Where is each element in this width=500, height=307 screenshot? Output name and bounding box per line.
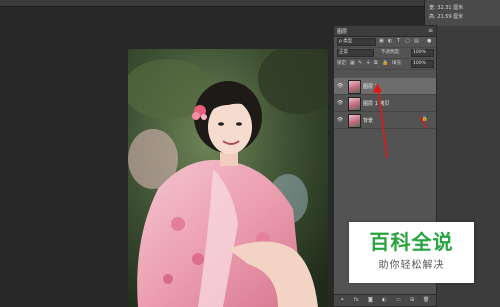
watermark-badge: 百科全说 助你轻松解决 xyxy=(349,222,474,283)
filter-adjust-icon[interactable]: ◐ xyxy=(388,38,392,44)
document-photo xyxy=(128,49,328,307)
link-layers-icon[interactable]: ⚭ xyxy=(340,297,344,303)
visibility-eye-icon[interactable]: 👁 xyxy=(337,100,343,106)
layer-row-background[interactable]: 👁 背景 🔒 xyxy=(334,112,436,129)
filter-toggle-icon[interactable]: ● xyxy=(427,38,431,44)
layer-thumbnail xyxy=(348,80,361,94)
layer-lock-icon: 🔒 xyxy=(421,116,428,122)
panel-menu-icon[interactable]: ≡ xyxy=(428,27,433,34)
layer-thumbnail xyxy=(348,114,361,128)
layer-row-layer1-copy[interactable]: 👁 图层 1 拷贝 xyxy=(334,95,436,112)
filter-type-icon[interactable]: T xyxy=(397,38,400,44)
layers-footer: ⚭ fx ◙ ◐ ▭ ⊞ 🗑 xyxy=(334,294,436,306)
watermark-title: 百科全说 xyxy=(369,230,454,254)
lock-transparent-icon[interactable]: ▦ xyxy=(350,60,355,66)
layer-filter-select[interactable]: ρ 类型 xyxy=(337,38,376,46)
layer-name: 背景 xyxy=(363,118,374,124)
layer-thumbnail xyxy=(348,97,361,111)
lock-label: 锁定: xyxy=(337,61,348,66)
fill-field[interactable]: 100% xyxy=(411,60,434,68)
fill-label: 填充: xyxy=(392,61,403,66)
add-mask-icon[interactable]: ◙ xyxy=(368,297,373,303)
height-label: 高: xyxy=(429,14,436,20)
visibility-eye-icon[interactable]: 👁 xyxy=(337,117,343,123)
blend-mode-select[interactable]: 正常 xyxy=(337,49,374,57)
fx-icon[interactable]: fx xyxy=(354,297,359,303)
layer-name: 图层 1 拷贝 xyxy=(363,101,390,107)
filter-shape-icon[interactable]: ▢ xyxy=(405,38,410,44)
width-value: 32.31 厘米 xyxy=(437,5,464,11)
lock-position-icon[interactable]: ✛ xyxy=(366,60,370,66)
watermark-subtitle: 助你轻松解决 xyxy=(378,260,445,271)
layer-name: 图层 1 xyxy=(363,84,378,90)
visibility-eye-icon[interactable]: 👁 xyxy=(337,83,343,89)
layers-panel-header: 图层 ≡ xyxy=(334,26,436,37)
tab-layers[interactable]: 图层 xyxy=(337,28,347,35)
filter-pixel-icon[interactable]: ▣ xyxy=(379,38,384,44)
filter-row: ρ 类型 ▣ ◐ T ▢ ▤ ● xyxy=(334,37,436,48)
new-layer-icon[interactable]: ⊞ xyxy=(410,297,414,303)
adjustment-layer-icon[interactable]: ◐ xyxy=(382,297,386,303)
height-value: 21.59 厘米 xyxy=(437,14,464,20)
new-group-icon[interactable]: ▭ xyxy=(396,297,401,303)
blend-row: 正常 不透明度: 100% xyxy=(334,48,436,59)
width-label: 宽: xyxy=(429,5,436,11)
filter-smart-icon[interactable]: ▤ xyxy=(414,38,419,44)
opacity-label: 不透明度: xyxy=(381,50,401,55)
lock-row: 锁定: ▦ ✎ ✛ ⧉ 🔒 填充: 100% xyxy=(334,59,436,70)
lock-artboard-icon[interactable]: ⧉ xyxy=(374,60,378,66)
delete-layer-icon[interactable]: 🗑 xyxy=(423,297,429,303)
lock-pixels-icon[interactable]: ✎ xyxy=(358,60,362,66)
lock-all-icon[interactable]: 🔒 xyxy=(382,60,388,66)
opacity-field[interactable]: 100% xyxy=(411,49,434,57)
layer-row-layer1[interactable]: 👁 图层 1 xyxy=(334,78,436,95)
info-panel: 宽: 32.31 厘米 高: 21.59 厘米 xyxy=(424,0,500,27)
